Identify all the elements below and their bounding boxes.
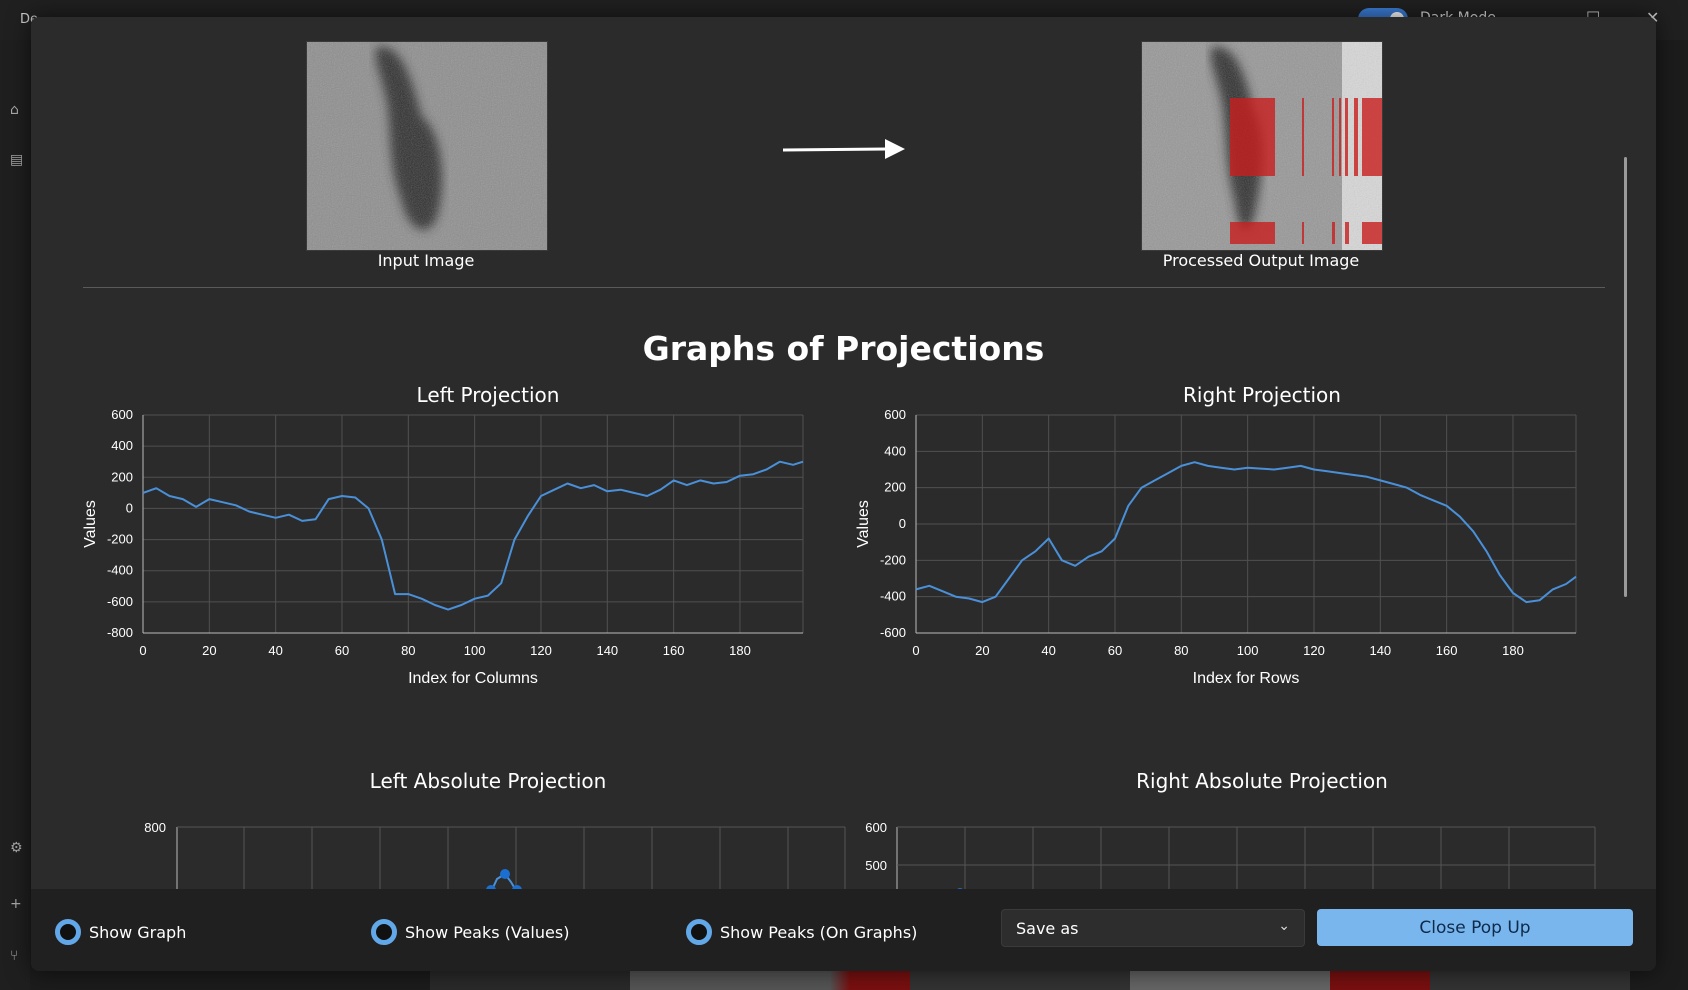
save-as-dropdown[interactable]: Save as ⌄ [1001,909,1305,947]
add-icon[interactable]: + [10,896,22,912]
left-absolute-projection-title: Left Absolute Projection [369,769,607,793]
x-tick-label: 60 [1108,643,1122,658]
x-tick-label: 120 [530,643,552,658]
right-abs-ytick-1: 600 [865,820,887,835]
x-tick-label: 60 [335,643,349,658]
y-tick-label: -600 [107,594,133,609]
settings-icon[interactable]: ⚙ [10,840,23,856]
save-as-label: Save as [1016,918,1079,938]
peak-marker [500,869,510,879]
home-icon[interactable]: ⌂ [10,102,19,118]
chevron-down-icon: ⌄ [1278,918,1290,934]
right-absolute-projection-chart: 600 500 [865,820,1596,889]
left-absolute-projection-chart: 800 [144,820,846,889]
y-tick-label: 600 [884,407,906,422]
input-image-caption: Input Image [377,251,475,270]
popup-scroll-content: Input Image Processed Output Image Graph… [31,17,1656,889]
series-line [142,460,804,611]
show-graph-option[interactable]: Show Graph [55,919,186,945]
x-tick-label: 0 [912,643,919,658]
x-tick-label: 120 [1303,643,1325,658]
x-tick-label: 100 [1237,643,1259,658]
y-axis-label: Values [82,500,99,548]
input-image-art [307,42,547,250]
background-image-strip [430,970,1630,990]
show-peaks-graphs-label: Show Peaks (On Graphs) [720,922,918,942]
x-tick-label: 80 [401,643,415,658]
x-tick-label: 20 [975,643,989,658]
left-projection-title: Left Projection [416,383,560,407]
section-divider [83,287,1605,288]
x-tick-label: 40 [268,643,282,658]
x-tick-label: 80 [1174,643,1188,658]
close-popup-button[interactable]: Close Pop Up [1317,909,1633,946]
y-tick-label: -800 [107,625,133,640]
show-peaks-values-option[interactable]: Show Peaks (Values) [371,919,569,945]
x-tick-label: 40 [1041,643,1055,658]
input-image [306,41,548,251]
output-image-caption: Processed Output Image [1162,251,1360,270]
y-tick-label: 600 [111,407,133,422]
radio-selected-icon[interactable] [371,919,397,945]
x-tick-label: 180 [1502,643,1524,658]
background-sidebar: ⌂ ▤ ⚙ + ⑂ [0,40,30,990]
x-axis-label: Index for Rows [1193,670,1300,687]
show-peaks-graphs-option[interactable]: Show Peaks (On Graphs) [686,919,917,945]
x-tick-label: 160 [663,643,685,658]
y-tick-label: -600 [880,625,906,640]
right-projection-title: Right Projection [1183,383,1341,407]
y-tick-label: 400 [884,443,906,458]
x-tick-label: 100 [464,643,486,658]
x-tick-label: 180 [729,643,751,658]
y-tick-label: 0 [899,516,906,531]
left-projection-chart: 0 20 40 60 80 100 120 140 160 180 600 400 200 0 -200 -4… [82,407,804,687]
y-tick-label: -400 [107,563,133,578]
scrollbar-thumb[interactable] [1624,157,1627,597]
x-tick-label: 0 [139,643,146,658]
right-abs-ytick-2: 500 [865,858,887,873]
processed-output-image [1141,41,1383,251]
branch-icon[interactable]: ⑂ [10,948,18,964]
popup-footer: Show Graph Show Peaks (Values) Show Peak… [31,889,1656,971]
x-tick-label: 140 [1369,643,1391,658]
x-tick-label: 20 [202,643,216,658]
show-peaks-values-label: Show Peaks (Values) [405,922,570,942]
y-tick-label: 200 [884,480,906,495]
arrow-right-icon [783,139,905,159]
y-tick-label: -400 [880,589,906,604]
processed-image-art [1142,42,1382,250]
radio-selected-icon[interactable] [55,919,81,945]
y-tick-label: 200 [111,469,133,484]
right-absolute-projection-title: Right Absolute Projection [1136,769,1388,793]
y-axis-label: Values [855,500,872,548]
radio-selected-icon[interactable] [686,919,712,945]
projection-popup: Input Image Processed Output Image Graph… [31,17,1656,971]
y-tick-label: 0 [126,500,133,515]
document-icon[interactable]: ▤ [10,152,23,168]
y-tick-label: -200 [107,532,133,547]
y-tick-label: 400 [111,438,133,453]
show-graph-label: Show Graph [89,922,187,942]
left-abs-ytick: 800 [144,820,166,835]
x-tick-label: 160 [1436,643,1458,658]
x-axis-label: Index for Columns [408,670,538,687]
section-title: Graphs of Projections [642,329,1045,368]
series-line [915,461,1577,604]
y-tick-label: -200 [880,552,906,567]
right-projection-chart: 0 20 40 60 80 100 120 140 160 180 600 400 200 0 -200 -4… [855,407,1577,687]
x-tick-label: 140 [596,643,618,658]
